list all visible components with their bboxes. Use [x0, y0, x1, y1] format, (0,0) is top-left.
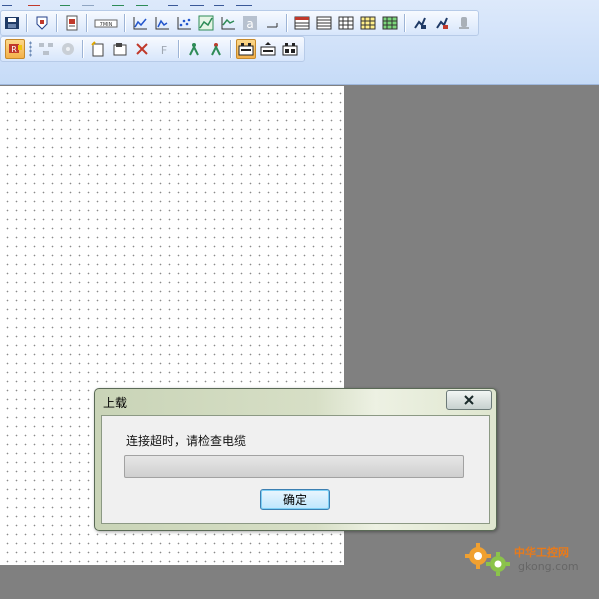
svg-text:R: R [11, 45, 17, 54]
bar-axis-icon[interactable] [152, 13, 172, 33]
new-file-icon[interactable] [88, 39, 108, 59]
upload-dialog: 上载 连接超时，请检查电缆 确定 [94, 388, 497, 531]
dialog-titlebar[interactable]: 上载 [95, 389, 496, 413]
plc-download-icon[interactable] [280, 39, 300, 59]
toolbar-tools: R F [0, 36, 305, 62]
toolbar-row-2: R F [0, 36, 305, 62]
f-icon-glyph: F [161, 44, 167, 57]
toolbar-separator [26, 14, 28, 32]
text-field-icon[interactable] [262, 13, 282, 33]
ok-button[interactable]: 确定 [260, 489, 330, 510]
folder-icon[interactable] [110, 39, 130, 59]
grid-color-icon[interactable] [358, 13, 378, 33]
trend-icon[interactable] [218, 13, 238, 33]
watermark-domain: gkong.com [518, 560, 579, 573]
toolbar-separator [82, 40, 84, 58]
save-icon[interactable] [2, 13, 22, 33]
flash-icon-2[interactable] [432, 13, 452, 33]
red-figure-icon[interactable] [206, 39, 226, 59]
plc-upload-icon[interactable] [258, 39, 278, 59]
watermark-logo: 中华工控网 gkong.com [460, 534, 590, 584]
toolbar-area: 7MIN a R F [0, 0, 599, 85]
dialog-message: 连接超时，请检查电缆 [126, 434, 247, 448]
f-icon: F [154, 39, 174, 59]
scatter-icon[interactable] [174, 13, 194, 33]
toolbar-separator [230, 40, 232, 58]
watermark-brand: 中华工控网 [514, 546, 569, 559]
delete-icon[interactable] [132, 39, 152, 59]
progress-bar [124, 455, 464, 478]
partial-toolbar-icons [2, 5, 252, 6]
shield-icon[interactable] [32, 13, 52, 33]
toolbar-separator [178, 40, 180, 58]
grid-icon[interactable] [336, 13, 356, 33]
font-icon-glyph: a [246, 17, 253, 31]
toolbar-separator [124, 14, 126, 32]
toolbar-row-1: 7MIN a [0, 10, 479, 36]
toolbar-grip[interactable] [29, 41, 32, 57]
disabled-icon [454, 13, 474, 33]
cd-icon [58, 39, 78, 59]
dialog-title: 上载 [103, 396, 128, 410]
dialog-body: 连接超时，请检查电缆 确定 [101, 415, 490, 524]
green-figure-icon[interactable] [184, 39, 204, 59]
table-icon[interactable] [314, 13, 334, 33]
toolbar-separator [56, 14, 58, 32]
toolbar-row-partial [0, 0, 599, 6]
toolbar-separator [286, 14, 288, 32]
close-icon [464, 395, 474, 405]
network-icon [36, 39, 56, 59]
line-chart-icon[interactable] [130, 13, 150, 33]
toolbar-graphics: 7MIN a [0, 10, 479, 36]
close-button[interactable] [446, 390, 492, 410]
gear-icon [465, 543, 510, 576]
toolbar-separator [86, 14, 88, 32]
document-icon[interactable] [62, 13, 82, 33]
flash-icon[interactable] [410, 13, 430, 33]
area-chart-icon[interactable] [196, 13, 216, 33]
toolbar-separator [404, 14, 406, 32]
font-icon[interactable]: a [240, 13, 260, 33]
plc-icon[interactable] [236, 39, 256, 59]
flag-icon[interactable]: R [5, 39, 25, 59]
grid-color-icon-2[interactable] [380, 13, 400, 33]
module-label-icon[interactable]: 7MIN [92, 13, 120, 33]
table-color-icon[interactable] [292, 13, 312, 33]
svg-text:7MIN: 7MIN [100, 22, 113, 28]
